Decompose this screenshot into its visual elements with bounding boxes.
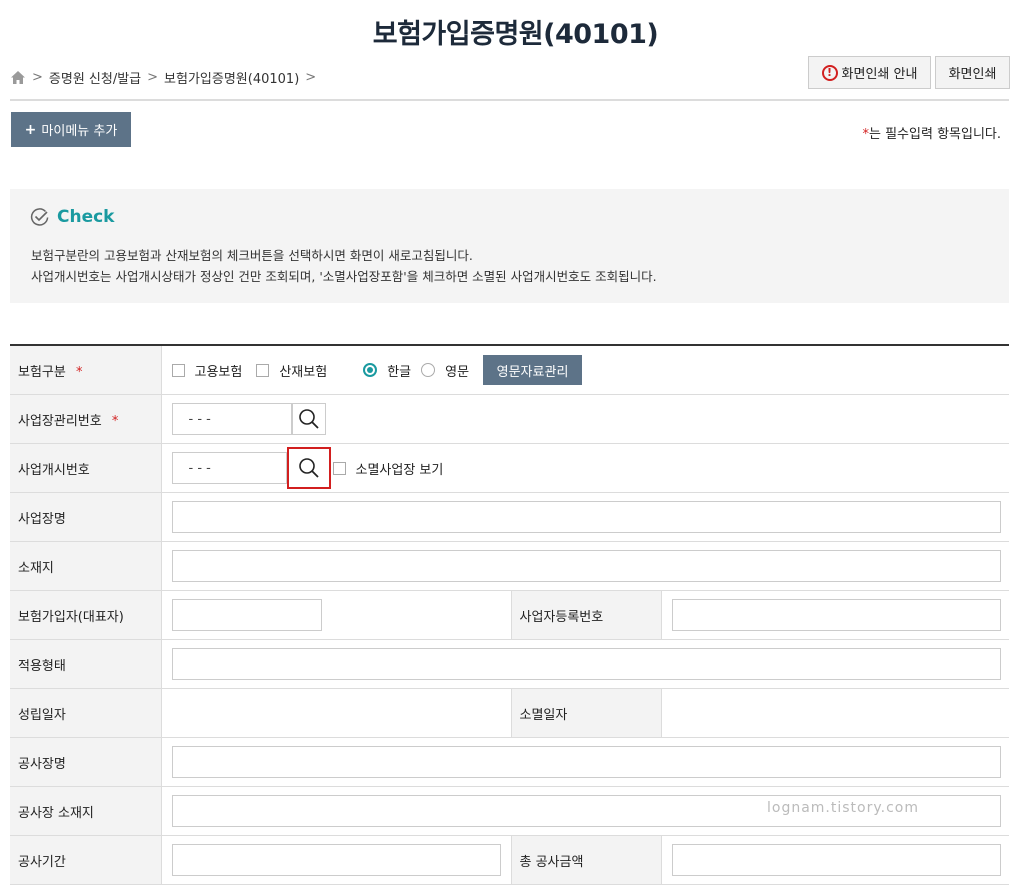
location-input[interactable] [171, 550, 1001, 582]
print-guide-label: 화면인쇄 안내 [841, 67, 918, 82]
construction-location-label: 공사장 소재지 [10, 786, 162, 836]
korean-radio[interactable] [363, 363, 378, 377]
breadcrumb-item[interactable]: 증명원 신청/발급 [49, 68, 141, 87]
check-notice-box: Check 보험구분란의 고용보험과 산재보험의 체크버튼을 선택하시면 화면이… [10, 189, 1009, 303]
korean-label: 한글 [387, 364, 412, 380]
apply-type-label: 적용형태 [10, 639, 162, 689]
industrial-insurance-checkbox[interactable] [256, 363, 270, 377]
show-closed-workplace-checkbox[interactable] [332, 461, 346, 475]
location-label: 소재지 [10, 541, 162, 591]
workplace-mgmt-no-label: 사업장관리번호 * [10, 394, 162, 444]
biz-reg-no-label: 사업자등록번호 [510, 590, 662, 640]
construction-name-label: 공사장명 [10, 737, 162, 787]
form-row-apply-type: 적용형태 [10, 639, 1009, 689]
required-note: *는 필수입력 항목입니다. [863, 123, 1002, 142]
form-row-construction-period: 공사기간 총 공사금액 [10, 835, 1009, 885]
search-icon [298, 458, 319, 478]
business-start-no-search-button[interactable] [286, 447, 331, 489]
construction-name-input[interactable] [171, 746, 1001, 778]
check-title: Check [30, 207, 115, 227]
established-date-value [161, 688, 511, 738]
check-line-1: 보험구분란의 고용보험과 산재보험의 체크버튼을 선택하시면 화면이 새로고침됩… [31, 248, 473, 263]
add-mymenu-label: 마이메뉴 추가 [41, 124, 118, 139]
english-radio[interactable] [421, 363, 436, 377]
biz-reg-no-input[interactable] [671, 599, 1001, 631]
search-icon [298, 409, 319, 429]
breadcrumb-item-current[interactable]: 보험가입증명원(40101) [164, 68, 299, 87]
english-label: 영문 [445, 364, 470, 380]
form-row-business-start-no: 사업개시번호 - - - 소멸사업장 보기 [10, 443, 1009, 493]
workplace-name-input[interactable] [171, 501, 1001, 533]
business-start-no-label: 사업개시번호 [10, 443, 162, 493]
apply-type-input[interactable] [171, 648, 1001, 680]
warning-icon: ! [821, 64, 838, 81]
plus-icon: + [24, 121, 37, 138]
established-date-label: 성립일자 [10, 688, 162, 738]
check-circle-icon [30, 208, 49, 226]
print-guide-button[interactable]: ! 화면인쇄 안내 [808, 56, 931, 89]
form-row-workplace-mgmt-no: 사업장관리번호 * - - - [10, 394, 1009, 444]
total-amount-label: 총 공사금액 [510, 835, 662, 885]
construction-period-input[interactable] [171, 844, 501, 876]
construction-period-label: 공사기간 [10, 835, 162, 885]
check-line-2: 사업개시번호는 사업개시상태가 정상인 건만 조회되며, '소멸사업장포함'을 … [31, 269, 657, 284]
form-row-insurance-type: 보험구분 * 고용보험 산재보험 한글 영문 영문자료관리 [10, 345, 1009, 395]
form-row-insured-rep: 보험가입자(대표자) 사업자등록번호 [10, 590, 1009, 640]
breadcrumb: > 증명원 신청/발급 > 보험가입증명원(40101) > [10, 68, 322, 87]
english-data-button[interactable]: 영문자료관리 [483, 355, 583, 385]
print-button[interactable]: 화면인쇄 [935, 56, 1010, 89]
total-amount-input[interactable] [671, 844, 1001, 876]
closed-date-value [661, 688, 1009, 738]
insured-rep-label: 보험가입자(대표자) [10, 590, 162, 640]
page-title: 보험가입증명원(40101) [372, 19, 659, 50]
form-row-workplace-name: 사업장명 [10, 492, 1009, 542]
closed-date-label: 소멸일자 [510, 688, 662, 738]
watermark: lognam.tistory.com [767, 800, 920, 816]
show-closed-workplace-label: 소멸사업장 보기 [355, 462, 444, 478]
breadcrumb-separator: > [147, 70, 159, 85]
employment-insurance-checkbox[interactable] [171, 363, 185, 377]
insurance-type-label: 보험구분 * [10, 345, 162, 395]
business-start-no-input[interactable]: - - - [171, 452, 287, 484]
form-row-dates: 성립일자 소멸일자 [10, 688, 1009, 738]
divider [10, 99, 1009, 101]
form-row-location: 소재지 [10, 541, 1009, 591]
breadcrumb-separator: > [32, 70, 43, 85]
check-title-text: Check [57, 207, 115, 227]
required-note-text: 는 필수입력 항목입니다. [869, 127, 1001, 142]
industrial-insurance-label: 산재보험 [279, 364, 328, 380]
home-icon[interactable] [10, 70, 26, 85]
workplace-name-label: 사업장명 [10, 492, 162, 542]
breadcrumb-separator: > [305, 70, 317, 85]
add-mymenu-button[interactable]: + 마이메뉴 추가 [11, 112, 131, 147]
employment-insurance-label: 고용보험 [194, 364, 243, 380]
workplace-mgmt-no-input[interactable]: - - - [171, 403, 292, 435]
workplace-mgmt-no-search-button[interactable] [291, 403, 326, 435]
insured-rep-input[interactable] [171, 599, 322, 631]
form-row-construction-name: 공사장명 [10, 737, 1009, 787]
